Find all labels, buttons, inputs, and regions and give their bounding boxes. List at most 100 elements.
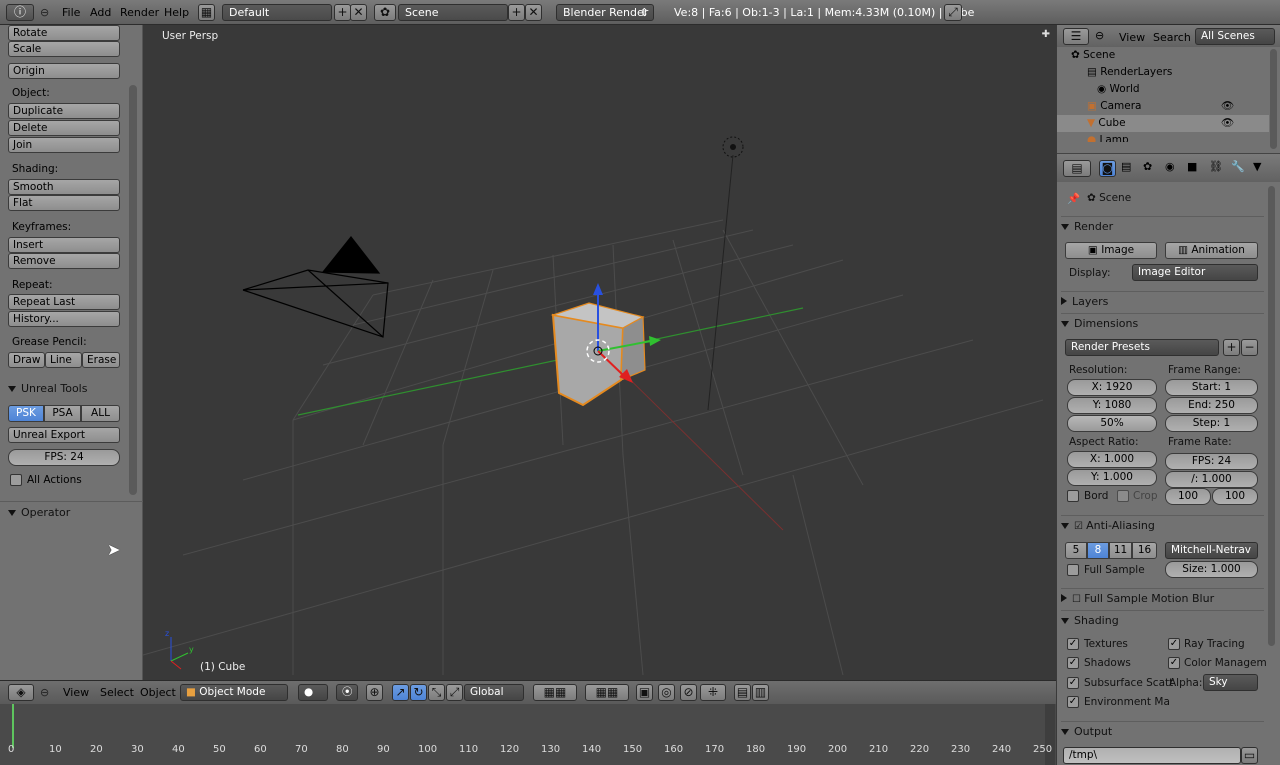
rotate-button[interactable]: Rotate <box>8 25 120 41</box>
ortho-manipulator-icon[interactable]: ⤢ <box>446 684 463 701</box>
frame-rate-fps-field[interactable]: FPS: 24 <box>1165 453 1258 470</box>
remove-preset-icon[interactable]: − <box>1241 339 1258 356</box>
render-animation-button[interactable]: ▥ Animation <box>1165 242 1258 259</box>
outliner-row-scene[interactable]: ✿ Scene <box>1057 47 1269 64</box>
menu-search[interactable]: Search <box>1153 31 1191 44</box>
antialiasing-checkbox[interactable]: ☑ <box>1074 521 1086 532</box>
time-remap-old-field[interactable]: 100 <box>1165 488 1211 505</box>
frame-rate-base-field[interactable]: /: 1.000 <box>1165 471 1258 488</box>
viewport-shading-dropdown[interactable]: ● <box>298 684 328 701</box>
aa-samples-16[interactable]: 16 <box>1132 542 1157 559</box>
layers-grid-icon[interactable]: ▦▦ <box>533 684 577 701</box>
antialiasing-panel-header[interactable]: ☑ Anti-Aliasing <box>1061 515 1264 535</box>
time-remap-new-field[interactable]: 100 <box>1212 488 1258 505</box>
collapse-menu-icon[interactable]: ⊖ <box>1095 29 1104 42</box>
add-preset-icon[interactable]: + <box>1223 339 1240 356</box>
menu-view[interactable]: View <box>63 686 89 699</box>
menu-select[interactable]: Select <box>100 686 134 699</box>
manipulator-toggle-icon[interactable]: ⊕ <box>366 684 383 701</box>
alpha-dropdown[interactable]: Sky <box>1203 674 1258 691</box>
full-sample-motion-blur-header[interactable]: ☐ Full Sample Motion Blur <box>1061 588 1264 608</box>
data-tab-icon[interactable]: ▼ <box>1253 160 1261 173</box>
join-button[interactable]: Join <box>8 137 120 153</box>
output-path-field[interactable]: /tmp\ <box>1063 747 1241 764</box>
menu-file[interactable]: File <box>62 4 80 21</box>
line-button[interactable]: Line <box>45 352 82 368</box>
collapse-menu-icon[interactable]: ⊖ <box>40 686 49 699</box>
crop-checkbox[interactable] <box>1117 490 1129 502</box>
render-panel-header[interactable]: Render <box>1061 216 1264 236</box>
subsurface-checkbox[interactable]: ✓ <box>1067 677 1079 689</box>
history-button[interactable]: History... <box>8 311 120 327</box>
resolution-y-field[interactable]: Y: 1080 <box>1067 397 1157 414</box>
fps-field[interactable]: FPS: 24 <box>8 449 120 466</box>
properties-scrollbar[interactable] <box>1268 186 1275 646</box>
scene-icon[interactable]: ✿ <box>374 4 396 21</box>
timeline-area[interactable] <box>0 704 1056 765</box>
repeat-last-button[interactable]: Repeat Last <box>8 294 120 310</box>
tab-all[interactable]: ALL <box>81 405 120 422</box>
shadows-checkbox[interactable]: ✓ <box>1067 657 1079 669</box>
tab-psa[interactable]: PSA <box>44 405 81 422</box>
aa-samples-11[interactable]: 11 <box>1109 542 1132 559</box>
current-frame-marker[interactable] <box>12 704 14 748</box>
layers-panel-header[interactable]: Layers <box>1061 291 1264 311</box>
proportional-edit-icon[interactable]: ◎ <box>658 684 675 701</box>
origin-button[interactable]: Origin <box>8 63 120 79</box>
render-opengl-icon[interactable]: ▤ <box>734 684 751 701</box>
scale-manipulator-icon[interactable]: ⤡ <box>428 684 445 701</box>
smooth-button[interactable]: Smooth <box>8 179 120 195</box>
all-actions-checkbox[interactable] <box>10 474 22 486</box>
view-options-icon[interactable]: ✚ <box>1042 29 1050 40</box>
duplicate-button[interactable]: Duplicate <box>8 103 120 119</box>
remove-layout-icon[interactable]: ✕ <box>350 4 367 21</box>
editor-type-3d-icon[interactable]: ◈ <box>8 684 34 701</box>
outliner-scrollbar[interactable] <box>1270 49 1277 149</box>
display-dropdown[interactable]: Image Editor <box>1132 264 1258 281</box>
fullscreen-icon[interactable]: ⤢ <box>944 4 962 21</box>
tab-psk[interactable]: PSK <box>8 405 44 422</box>
full-sample-checkbox[interactable] <box>1067 564 1079 576</box>
remove-keyframe-button[interactable]: Remove <box>8 253 120 269</box>
operator-header[interactable]: Operator <box>8 506 70 519</box>
outliner-row-renderlayers[interactable]: ▤ RenderLayers <box>1057 64 1269 81</box>
shading-panel-header[interactable]: Shading <box>1061 610 1264 630</box>
layers-grid-2-icon[interactable]: ▦▦ <box>585 684 629 701</box>
mode-dropdown[interactable]: ■ Object Mode <box>180 684 288 701</box>
menu-render[interactable]: Render <box>120 4 159 21</box>
3d-viewport[interactable]: z y User Persp (1) Cube ✚ <box>143 25 1056 680</box>
border-checkbox[interactable] <box>1067 490 1079 502</box>
textures-checkbox[interactable]: ✓ <box>1067 638 1079 650</box>
constraints-tab-icon[interactable]: ⛓ <box>1209 160 1223 173</box>
visibility-eye-icon[interactable]: 👁 <box>1221 98 1234 115</box>
display-mode-dropdown[interactable]: All Scenes <box>1195 28 1275 45</box>
menu-view[interactable]: View <box>1119 31 1145 44</box>
screen-layout-icon[interactable]: ▦ <box>198 4 215 21</box>
menu-add[interactable]: Add <box>90 4 111 21</box>
remove-scene-icon[interactable]: ✕ <box>525 4 542 21</box>
translate-manipulator-icon[interactable]: ↗ <box>392 684 409 701</box>
frame-start-field[interactable]: Start: 1 <box>1165 379 1258 396</box>
unreal-tools-header[interactable]: Unreal Tools <box>8 382 87 395</box>
properties-type-icon[interactable]: ▤ <box>1063 160 1091 177</box>
menu-object[interactable]: Object <box>140 686 176 699</box>
aa-filter-dropdown[interactable]: Mitchell-Netrav <box>1165 542 1258 559</box>
resolution-x-field[interactable]: X: 1920 <box>1067 379 1157 396</box>
pivot-point-dropdown[interactable]: ⦿ <box>336 684 358 701</box>
output-panel-header[interactable]: Output <box>1061 721 1264 741</box>
orientation-dropdown[interactable]: Global <box>464 684 524 701</box>
collapse-menu-icon[interactable]: ⊖ <box>40 4 49 21</box>
lock-layers-icon[interactable]: ▣ <box>636 684 653 701</box>
scene-field[interactable]: Scene <box>398 4 508 21</box>
aa-samples-8[interactable]: 8 <box>1087 542 1109 559</box>
outliner-row-cube[interactable]: ▼ Cube 👁 <box>1057 115 1269 132</box>
insert-keyframe-button[interactable]: Insert <box>8 237 120 253</box>
snap-toggle-icon[interactable]: ⊘ <box>680 684 697 701</box>
outliner-row-world[interactable]: ◉ World <box>1057 81 1269 98</box>
frame-end-field[interactable]: End: 250 <box>1165 397 1258 414</box>
scale-button[interactable]: Scale <box>8 41 120 57</box>
add-scene-icon[interactable]: + <box>508 4 525 21</box>
modifiers-tab-icon[interactable]: 🔧 <box>1231 160 1245 173</box>
draw-button[interactable]: Draw <box>8 352 45 368</box>
render-engine-dropdown[interactable]: Blender Render ⇕ <box>556 4 654 21</box>
